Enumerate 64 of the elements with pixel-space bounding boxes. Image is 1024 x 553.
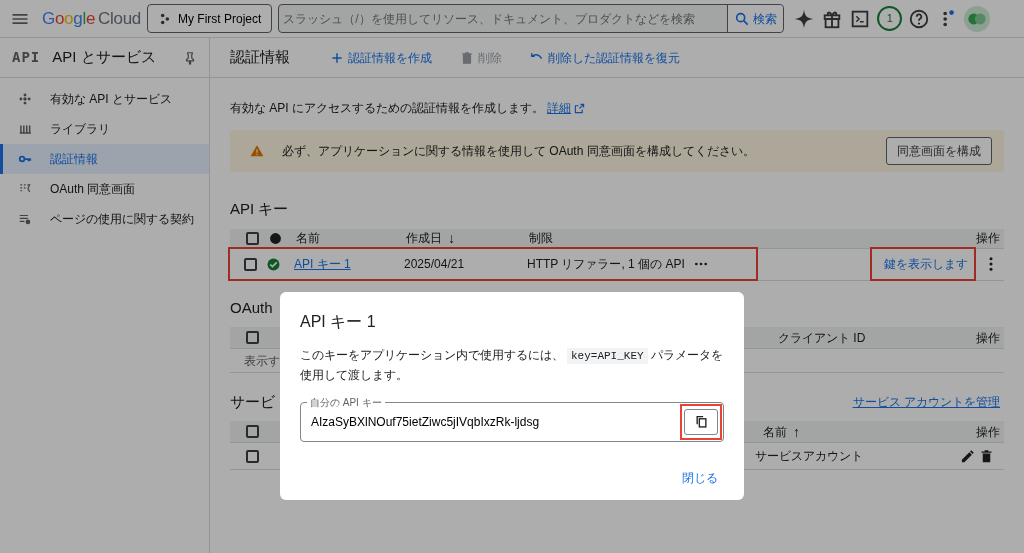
details-link[interactable]: 詳細 — [547, 99, 585, 117]
configure-button[interactable]: 同意画面を構成 — [886, 137, 992, 165]
search-field[interactable]: スラッシュ（/）を使用してリソース、ドキュメント、プロダクトなどを検索 検索 — [278, 4, 785, 33]
status-dot-icon — [269, 231, 282, 245]
alert-text: 必ず、アプリケーションに関する情報を使用して OAuth 同意画面を構成してください。 — [282, 143, 756, 160]
column-header: 操作 — [976, 423, 1000, 441]
trash-icon — [460, 50, 474, 65]
project-picker[interactable]: My First Project — [146, 4, 273, 33]
copy-icon — [694, 415, 708, 429]
column-header: 名前 — [296, 230, 320, 247]
column-header: 名前 — [763, 423, 787, 441]
key-name-link[interactable]: API キー 1 — [294, 257, 351, 271]
column-header: 操作 — [976, 230, 1000, 247]
search-icon — [734, 10, 751, 27]
sidebar-item[interactable]: OAuth 同意画面 — [0, 174, 209, 204]
logo-text: Cloud — [98, 7, 141, 30]
field-label: 自分の API キー — [307, 394, 385, 410]
show-key-link[interactable]: 鍵を表示します — [884, 255, 968, 273]
table-cell-text: HTTP リファラー, 1 個の API — [527, 256, 685, 273]
checkbox[interactable] — [246, 425, 259, 438]
sidebar-item[interactable]: 有効な API とサービス — [0, 84, 209, 114]
key-value-input[interactable]: AIzaSyBXlNOuf75ietZiwc5jIVqbIxzRk-ljdsg — [311, 412, 680, 431]
notification-badge[interactable]: 1 — [877, 6, 903, 31]
api-logo: API — [12, 48, 41, 67]
logo-text: Google — [42, 7, 96, 30]
table-cell: サービスアカウント — [755, 449, 863, 463]
toolbar-button[interactable]: 認証情報を作成 — [330, 48, 432, 67]
plus-icon — [330, 50, 344, 65]
column-header: 作成日 — [406, 230, 442, 247]
intro-text: 有効な API にアクセスするための認証情報を作成します。 — [230, 100, 544, 117]
section-heading: OAuth — [230, 297, 274, 318]
checkbox[interactable] — [244, 257, 257, 271]
warning-icon — [250, 144, 264, 158]
section-heading: API キー — [230, 199, 290, 219]
external-link-icon — [574, 102, 585, 114]
checkbox[interactable] — [246, 331, 259, 344]
avatar-icon[interactable] — [964, 5, 991, 32]
search-button[interactable]: 検索 — [727, 5, 784, 32]
page-title: 認証情報 — [230, 47, 290, 68]
sidebar-item[interactable]: 認証情報 — [0, 144, 209, 174]
sidebar-title: API とサービス — [52, 47, 157, 68]
help-icon[interactable] — [908, 7, 931, 30]
checkbox[interactable] — [246, 449, 259, 463]
edit-icon[interactable] — [960, 448, 975, 464]
table-cell: 2025/04/21 — [404, 257, 465, 271]
manage-link[interactable]: サービス アカウントを管理 — [852, 393, 1000, 411]
close-button[interactable]: 閉じる — [676, 468, 724, 488]
sort-arrow[interactable]: ↓ — [448, 231, 455, 245]
delete-icon[interactable] — [979, 448, 994, 464]
column-header: クライアント ID — [778, 329, 866, 347]
dialog-title: API キー 1 — [300, 312, 377, 332]
sort-arrow[interactable]: ↑ — [793, 424, 800, 439]
sidebar-item[interactable]: ページの使用に関する契約 — [0, 204, 209, 234]
settings-list-icon — [18, 212, 32, 226]
column-header: 制限 — [529, 230, 553, 247]
checkbox[interactable] — [246, 231, 259, 245]
column-header: 操作 — [976, 329, 1000, 347]
dialog-text: このキーをアプリケーション内で使用するには、 key=API_KEY パラメータを使用して渡します。 — [300, 347, 724, 384]
sidebar-item[interactable]: ライブラリ — [0, 114, 209, 144]
toolbar-button[interactable]: 削除した認証情報を復元 — [530, 48, 680, 67]
empty-message: 表示す — [244, 352, 280, 370]
pin-icon[interactable] — [183, 50, 197, 65]
section-heading: サービ — [230, 391, 275, 412]
api-icon — [18, 92, 32, 106]
